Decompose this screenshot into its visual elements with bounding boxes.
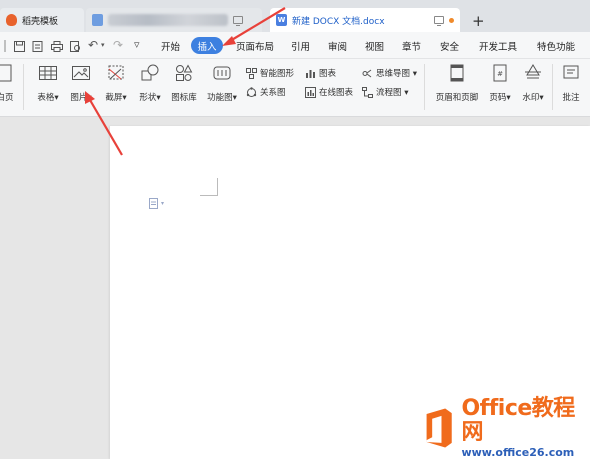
comment-button[interactable]: 批注 bbox=[556, 59, 586, 103]
divider bbox=[424, 64, 425, 110]
comment-icon bbox=[563, 65, 579, 79]
monitor-icon[interactable] bbox=[233, 16, 243, 26]
page-number-button[interactable]: # 页码▾ bbox=[486, 59, 514, 103]
menu-item-page-layout[interactable]: 页面布局 bbox=[236, 39, 274, 53]
wps-writer-icon: W bbox=[276, 14, 287, 26]
header-footer-button[interactable]: 页眉和页脚 bbox=[432, 59, 482, 103]
mind-map-label: 思维导图 ▾ bbox=[376, 69, 417, 79]
watermark-label: 水印▾ bbox=[522, 93, 544, 103]
tab-document-title: 新建 DOCX 文档.docx bbox=[292, 16, 385, 27]
shape-icon bbox=[141, 64, 159, 81]
comment-label: 批注 bbox=[562, 93, 580, 103]
function-chart-icon bbox=[213, 66, 231, 80]
menu-item-view[interactable]: 视图 bbox=[365, 39, 384, 53]
online-chart-button[interactable]: 在线图表 bbox=[305, 86, 353, 98]
picture-icon bbox=[72, 66, 90, 80]
relation-chart-icon bbox=[246, 86, 257, 97]
tab-strip: 稻壳模板 W 新建 DOCX 文档.docx + bbox=[0, 0, 590, 32]
flowchart-icon bbox=[362, 86, 373, 98]
watermark-icon bbox=[525, 64, 541, 79]
header-footer-label: 页眉和页脚 bbox=[435, 93, 479, 103]
table-icon bbox=[39, 66, 57, 80]
watermark-url-text: www.office26.com bbox=[461, 446, 575, 459]
paragraph-options-button[interactable]: ▾ bbox=[149, 198, 164, 209]
smart-graphic-icon bbox=[246, 67, 257, 79]
ribbon-insert: 白页 表格▾ 图片▾ 截屏▾ 形状▾ 图标库 功能图▾ 智能图形 图表 思维导图… bbox=[0, 59, 590, 117]
flowchart-button[interactable]: 流程图 ▾ bbox=[362, 86, 409, 98]
menu-item-insert[interactable]: 插入 bbox=[191, 37, 223, 54]
page-cut-label: 白页 bbox=[0, 93, 14, 103]
unsaved-dot-icon bbox=[449, 17, 454, 23]
online-chart-label: 在线图表 bbox=[319, 88, 354, 98]
blurred-tab-title bbox=[108, 14, 228, 26]
page-icon bbox=[0, 64, 12, 82]
export-pdf-icon[interactable] bbox=[32, 41, 43, 52]
customize-quick-access-icon[interactable]: ▿ bbox=[134, 38, 140, 51]
shape-label: 形状▾ bbox=[139, 93, 161, 103]
undo-icon[interactable]: ↶ bbox=[88, 38, 98, 52]
new-tab-button[interactable]: + bbox=[472, 12, 485, 30]
menu-item-section[interactable]: 章节 bbox=[402, 39, 421, 53]
menu-item-security[interactable]: 安全 bbox=[440, 39, 459, 53]
chart-icon bbox=[306, 69, 315, 78]
save-icon[interactable] bbox=[14, 41, 25, 52]
page-number-label: 页码▾ bbox=[489, 93, 511, 103]
tab-blurred[interactable] bbox=[86, 8, 262, 32]
smart-graphic-button[interactable]: 智能图形 bbox=[246, 67, 294, 79]
flowchart-label: 流程图 ▾ bbox=[376, 88, 409, 98]
tab-daoke-title: 稻壳模板 bbox=[22, 16, 59, 27]
picture-label: 图片▾ bbox=[70, 93, 92, 103]
relation-chart-label: 关系图 bbox=[260, 88, 286, 98]
function-chart-label: 功能图▾ bbox=[207, 93, 237, 103]
panel-edge-icon bbox=[4, 40, 6, 52]
icon-library-button[interactable]: 图标库 bbox=[168, 59, 200, 103]
mind-map-icon bbox=[362, 69, 372, 77]
redo-icon[interactable]: ↷ bbox=[113, 38, 123, 52]
online-chart-icon bbox=[305, 86, 316, 98]
watermark-brand-text: Office教程网 bbox=[461, 396, 575, 445]
screenshot-icon bbox=[108, 65, 124, 80]
watermark-button[interactable]: 水印▾ bbox=[518, 59, 548, 103]
smart-graphic-label: 智能图形 bbox=[260, 69, 295, 79]
page-number-icon: # bbox=[493, 64, 507, 82]
page-cut-tool[interactable]: 白页 bbox=[0, 59, 16, 103]
menu-bar: ↶ ▾ ↷ ▿ 开始 插入 页面布局 引用 审阅 视图 章节 安全 开发工具 特… bbox=[0, 32, 590, 59]
chart-button[interactable]: 图表 bbox=[305, 67, 336, 79]
print-preview-icon[interactable] bbox=[70, 41, 81, 52]
function-chart-button[interactable]: 功能图▾ bbox=[204, 59, 240, 103]
divider bbox=[23, 64, 24, 110]
icon-library-label: 图标库 bbox=[171, 93, 197, 103]
table-label: 表格▾ bbox=[37, 93, 59, 103]
header-footer-icon bbox=[450, 64, 464, 82]
doc-file-icon bbox=[92, 14, 103, 26]
menu-item-start[interactable]: 开始 bbox=[161, 39, 180, 53]
divider bbox=[552, 64, 553, 110]
svg-text:#: # bbox=[497, 70, 503, 78]
site-watermark-logo: Office教程网 www.office26.com bbox=[421, 397, 587, 459]
monitor-icon[interactable] bbox=[434, 16, 444, 26]
icon-library-icon bbox=[176, 64, 193, 81]
shape-button[interactable]: 形状▾ bbox=[134, 59, 166, 103]
menu-item-references[interactable]: 引用 bbox=[291, 39, 310, 53]
menu-item-developer-tools[interactable]: 开发工具 bbox=[479, 39, 517, 53]
picture-button[interactable]: 图片▾ bbox=[66, 59, 96, 103]
relation-chart-button[interactable]: 关系图 bbox=[246, 86, 286, 98]
tab-daoke-template[interactable]: 稻壳模板 bbox=[0, 8, 84, 32]
office-logo-icon bbox=[426, 408, 452, 448]
table-button[interactable]: 表格▾ bbox=[33, 59, 63, 103]
chart-label: 图表 bbox=[319, 69, 337, 79]
screenshot-label: 截屏▾ bbox=[105, 93, 127, 103]
margin-corner-mark bbox=[200, 178, 218, 196]
chevron-down-icon: ▾ bbox=[161, 200, 165, 207]
mind-map-button[interactable]: 思维导图 ▾ bbox=[362, 67, 417, 79]
menu-item-special-features[interactable]: 特色功能 bbox=[537, 39, 575, 53]
menu-item-review[interactable]: 审阅 bbox=[328, 39, 347, 53]
print-icon[interactable] bbox=[51, 41, 63, 52]
chevron-down-icon[interactable]: ▾ bbox=[101, 41, 105, 49]
tab-document[interactable]: W 新建 DOCX 文档.docx bbox=[270, 8, 460, 32]
daoke-logo-icon bbox=[6, 14, 17, 26]
screenshot-button[interactable]: 截屏▾ bbox=[100, 59, 132, 103]
paragraph-layout-icon bbox=[149, 198, 158, 209]
